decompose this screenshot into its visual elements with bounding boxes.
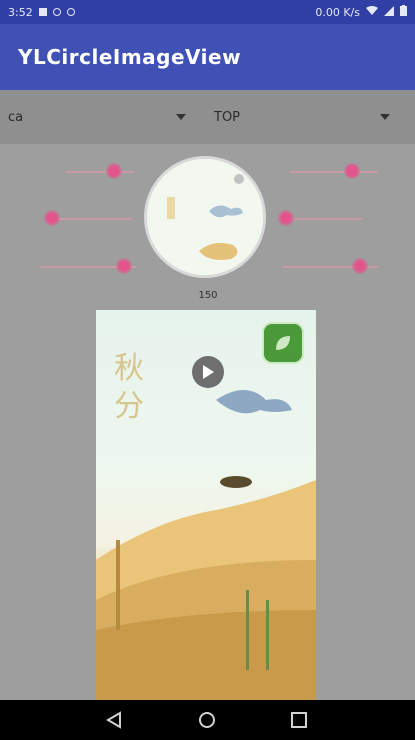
back-icon bbox=[106, 711, 121, 729]
settings-icon bbox=[52, 8, 61, 16]
position-spinner-value: TOP bbox=[214, 109, 241, 125]
callout-line bbox=[290, 171, 378, 173]
recents-icon bbox=[291, 712, 307, 728]
recents-button[interactable] bbox=[289, 710, 309, 730]
corner-dot-icon bbox=[352, 258, 368, 274]
callout-line bbox=[282, 218, 362, 220]
home-button[interactable] bbox=[197, 710, 217, 730]
status-right: 0.00 K/s bbox=[315, 5, 407, 19]
calligraphy-text: 秋分 bbox=[114, 351, 144, 424]
sync-icon bbox=[66, 8, 75, 16]
network-speed: 0.00 K/s bbox=[315, 5, 360, 19]
callout-line bbox=[52, 218, 132, 220]
notification-icon bbox=[38, 8, 47, 16]
status-time: 3:52 bbox=[8, 5, 33, 19]
back-button[interactable] bbox=[104, 710, 124, 730]
signal-icon bbox=[384, 5, 394, 19]
status-bar: 3:52 0.00 K/s bbox=[0, 0, 415, 24]
play-button[interactable] bbox=[192, 356, 224, 388]
corner-dot-icon bbox=[344, 163, 360, 179]
play-icon bbox=[203, 365, 214, 379]
corner-dot-icon bbox=[106, 163, 122, 179]
controls-toolbar: ca TOP bbox=[0, 90, 415, 144]
size-label: 150 bbox=[198, 290, 218, 301]
app-title: YLCircleImageView bbox=[18, 45, 242, 69]
corner-dot-icon bbox=[116, 258, 132, 274]
position-spinner[interactable]: TOP bbox=[214, 102, 394, 132]
home-icon bbox=[199, 712, 215, 728]
dropdown-arrow-icon bbox=[380, 114, 390, 120]
callout-line bbox=[66, 171, 134, 173]
circle-image-preview[interactable] bbox=[144, 156, 266, 278]
navigation-bar bbox=[0, 700, 415, 740]
status-left: 3:52 bbox=[8, 6, 75, 19]
app-bar: YLCircleImageView bbox=[0, 24, 415, 90]
mode-spinner-value: ca bbox=[8, 109, 24, 125]
corner-dot-icon bbox=[44, 210, 60, 226]
dropdown-arrow-icon bbox=[176, 114, 186, 120]
battery-icon bbox=[400, 5, 407, 19]
corner-dot-icon bbox=[278, 210, 294, 226]
leaf-badge-icon bbox=[264, 324, 302, 362]
wifi-icon bbox=[366, 5, 378, 19]
mode-spinner[interactable]: ca bbox=[8, 102, 188, 132]
